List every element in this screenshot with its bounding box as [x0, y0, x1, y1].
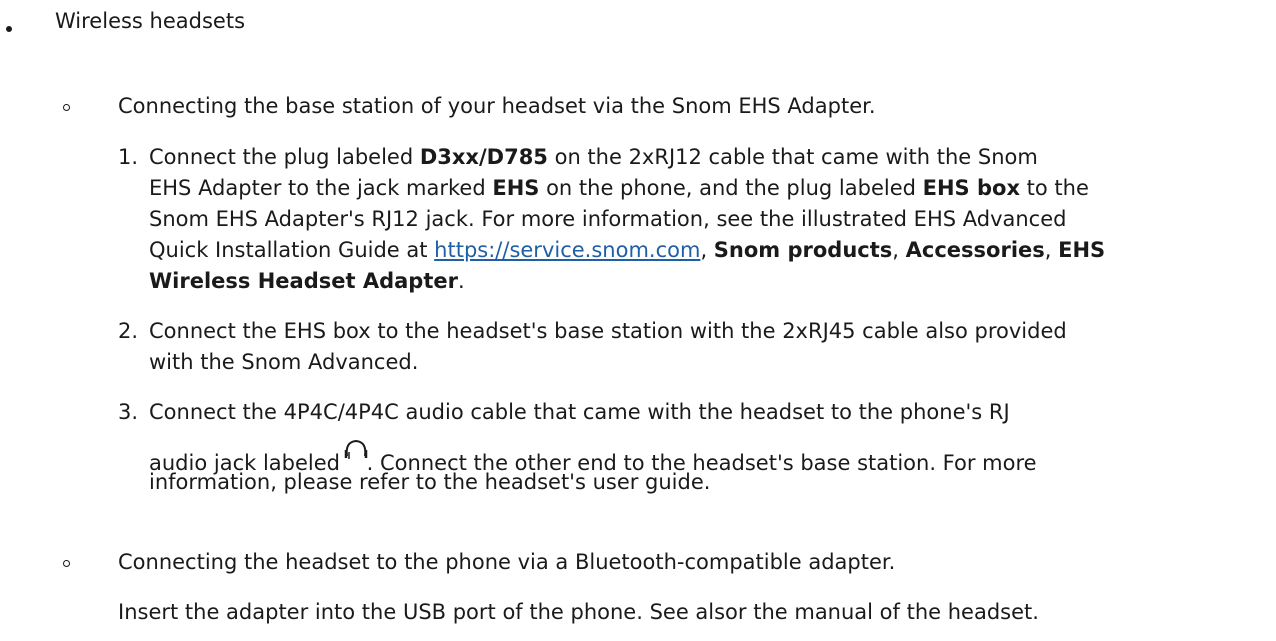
list-item-label: Wireless headsets — [55, 9, 246, 33]
sub-item-body: Insert the adapter into the USB port of … — [118, 600, 1039, 624]
sub-item-title: Connecting the headset to the phone via … — [118, 550, 896, 574]
step-text-line: EHS Adapter to the jack marked EHS on th… — [149, 176, 1089, 200]
step-text-line: Wireless Headset Adapter. — [149, 269, 465, 293]
step-number: 2. — [118, 319, 139, 343]
step-number: 1. — [118, 145, 139, 169]
step-number: 3. — [118, 400, 139, 424]
bullet-dot — [6, 26, 12, 32]
step-text-line: Connect the plug labeled D3xx/D785 on th… — [149, 145, 1038, 169]
step-text-line: with the Snom Advanced. — [149, 350, 419, 374]
step-text-line: Snom EHS Adapter's RJ12 jack. For more i… — [149, 207, 1067, 231]
step-text-line: Connect the 4P4C/4P4C audio cable that c… — [149, 400, 1010, 424]
step-text-line: information, please refer to the headset… — [149, 470, 711, 494]
step-text-line: Connect the EHS box to the headset's bas… — [149, 319, 1067, 343]
sub-item-title: Connecting the base station of your head… — [118, 94, 876, 118]
step-text-line: Quick Installation Guide at https://serv… — [149, 238, 1106, 262]
service-snom-link[interactable]: https://service.snom.com — [434, 238, 700, 262]
bullet-ring — [63, 560, 70, 567]
bullet-ring — [63, 104, 70, 111]
